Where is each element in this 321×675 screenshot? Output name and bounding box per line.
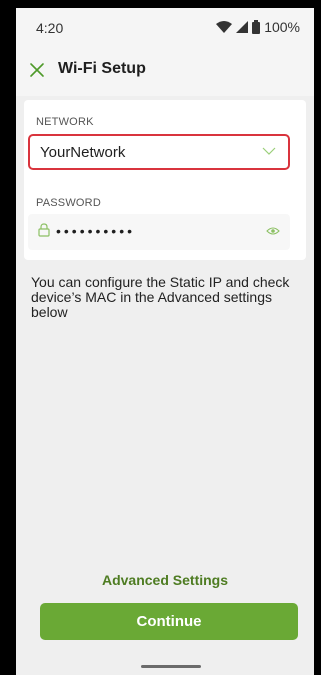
lock-icon xyxy=(38,223,50,237)
password-label: PASSWORD xyxy=(36,197,101,209)
eye-icon[interactable] xyxy=(266,226,280,236)
advanced-settings-link[interactable]: Advanced Settings xyxy=(16,572,314,588)
close-icon[interactable] xyxy=(28,61,46,79)
network-label: NETWORK xyxy=(36,116,94,128)
wifi-icon xyxy=(216,20,233,33)
status-bar: 4:20 100% xyxy=(16,8,314,44)
battery-percent: 100% xyxy=(264,19,300,35)
status-time: 4:20 xyxy=(36,20,64,36)
password-field[interactable]: •••••••••• xyxy=(28,214,290,250)
info-text: You can configure the Static IP and chec… xyxy=(31,274,290,320)
battery-icon xyxy=(252,20,261,34)
screen: 4:20 100% Wi-Fi Setup NETWORK YourNetwor… xyxy=(16,8,314,675)
network-select[interactable]: YourNetwork xyxy=(28,134,290,170)
header: Wi-Fi Setup xyxy=(16,44,314,96)
network-value: YourNetwork xyxy=(40,144,126,161)
chevron-down-icon xyxy=(262,147,276,155)
cellular-signal-icon xyxy=(236,21,249,33)
password-value: •••••••••• xyxy=(56,223,136,239)
home-indicator[interactable] xyxy=(141,665,201,668)
phone-frame: 4:20 100% Wi-Fi Setup NETWORK YourNetwor… xyxy=(0,0,321,675)
continue-button[interactable]: Continue xyxy=(40,603,298,640)
page-title: Wi-Fi Setup xyxy=(58,60,146,77)
status-icons: 100% xyxy=(216,19,300,35)
